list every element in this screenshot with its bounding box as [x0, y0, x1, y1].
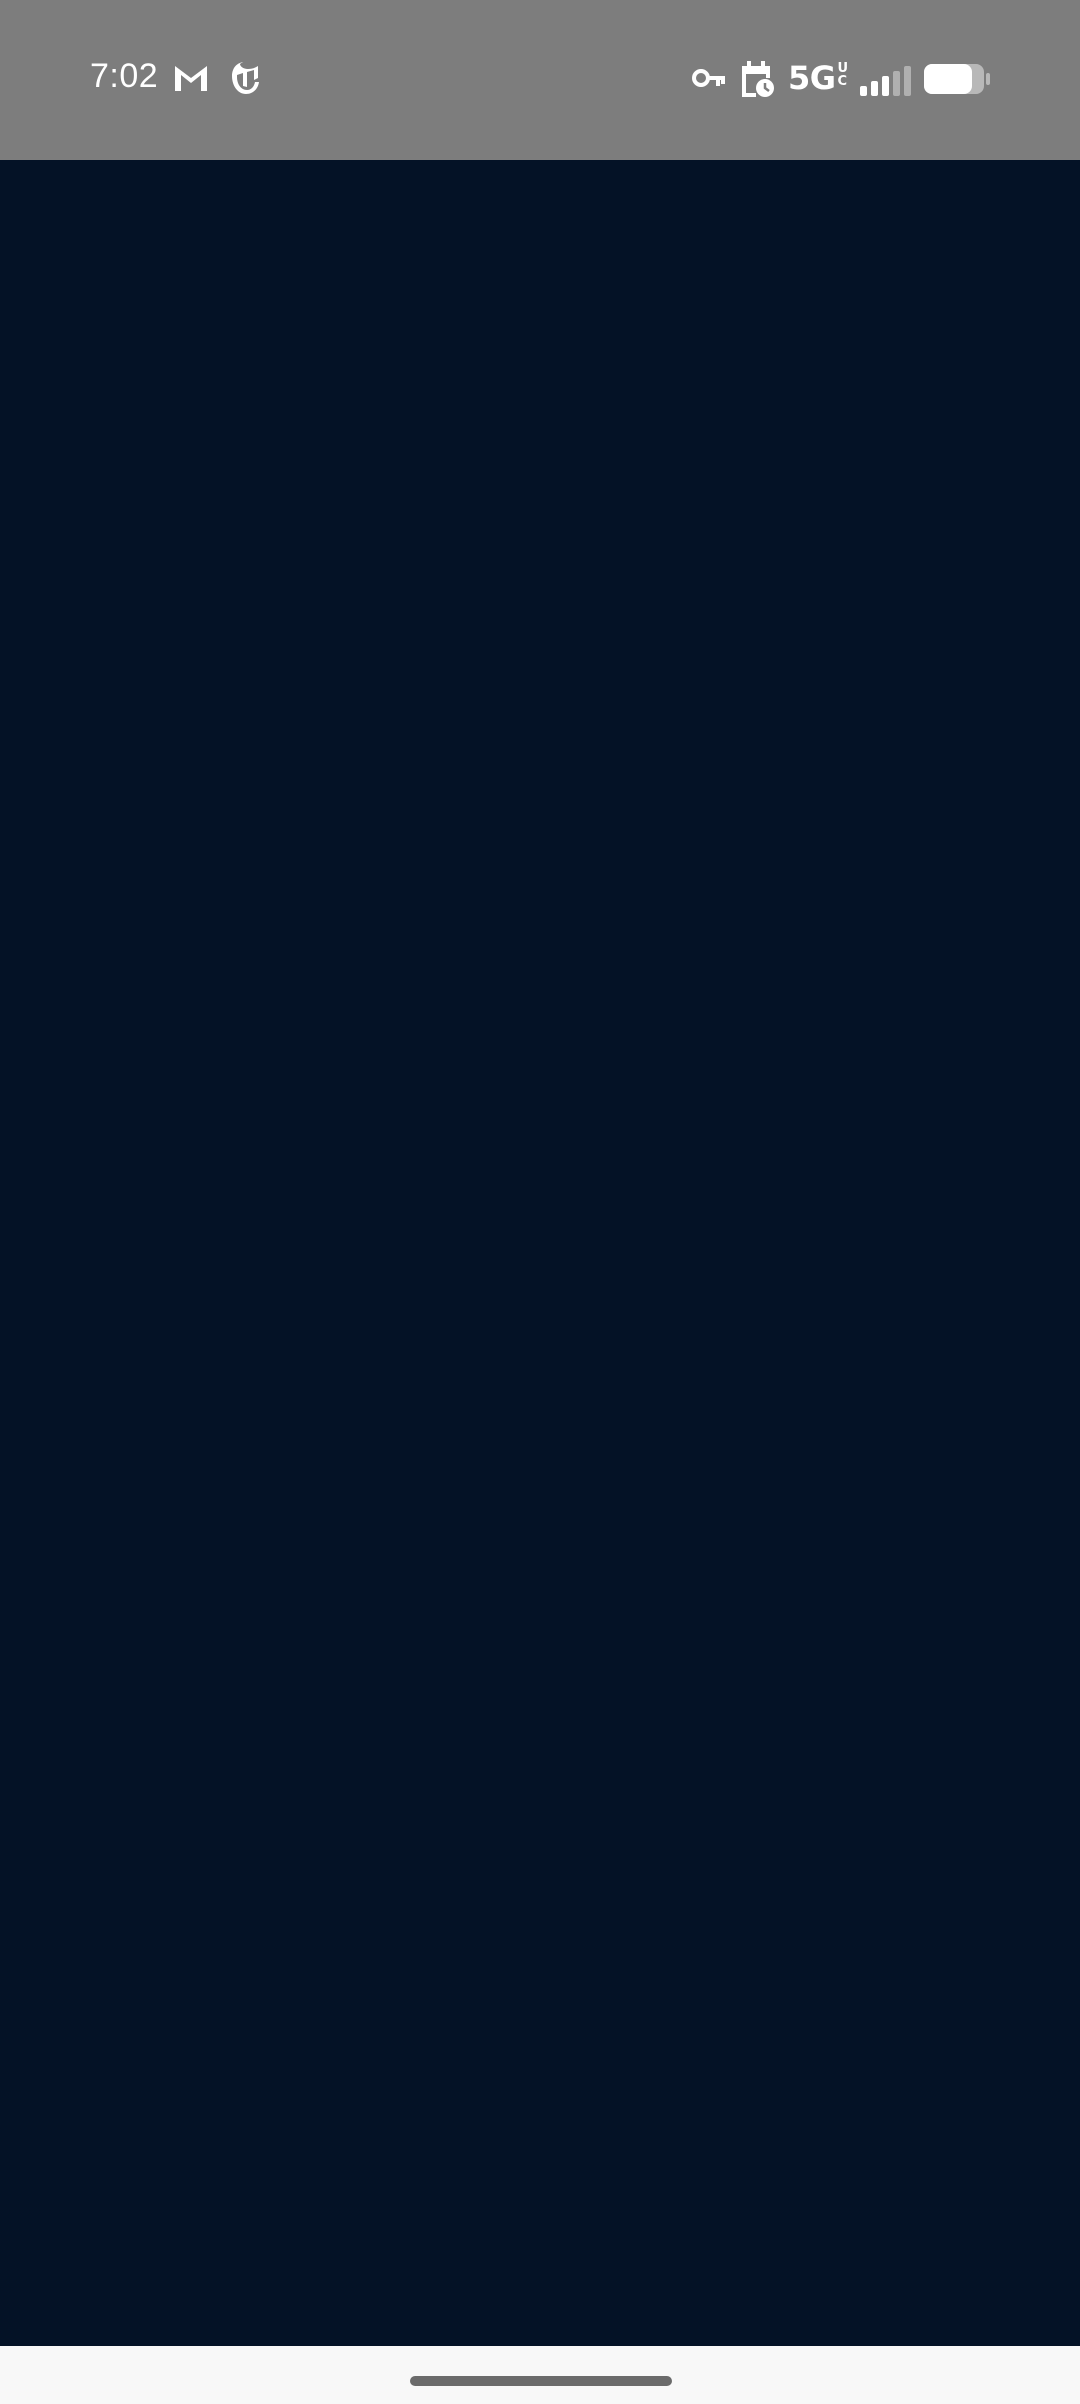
- battery-fill: [924, 64, 972, 94]
- network-type-indicator: 5G UC: [788, 58, 852, 98]
- status-bar: 7:02 5G UC: [0, 0, 1080, 160]
- vpn-key-icon: [692, 69, 725, 87]
- battery-icon: [924, 64, 990, 94]
- home-gesture-handle[interactable]: [410, 2376, 672, 2386]
- phone-screen: 7:02 5G UC: [0, 0, 1080, 2404]
- signal-bar: [882, 76, 889, 96]
- signal-icon: [860, 66, 911, 96]
- network-suffix-label: UC: [837, 61, 849, 89]
- network-type-label: 5G: [788, 59, 836, 97]
- navigation-bar: [0, 2346, 1080, 2404]
- signal-bar: [904, 66, 911, 96]
- signal-bar: [860, 86, 867, 96]
- gmail-icon: [175, 66, 207, 91]
- signal-bar: [893, 71, 900, 96]
- nyt-icon: [232, 62, 259, 94]
- clock: 7:02: [90, 57, 159, 95]
- calendar-icon: [742, 61, 774, 97]
- app-content-area: [0, 160, 1080, 2346]
- signal-bar: [871, 81, 878, 96]
